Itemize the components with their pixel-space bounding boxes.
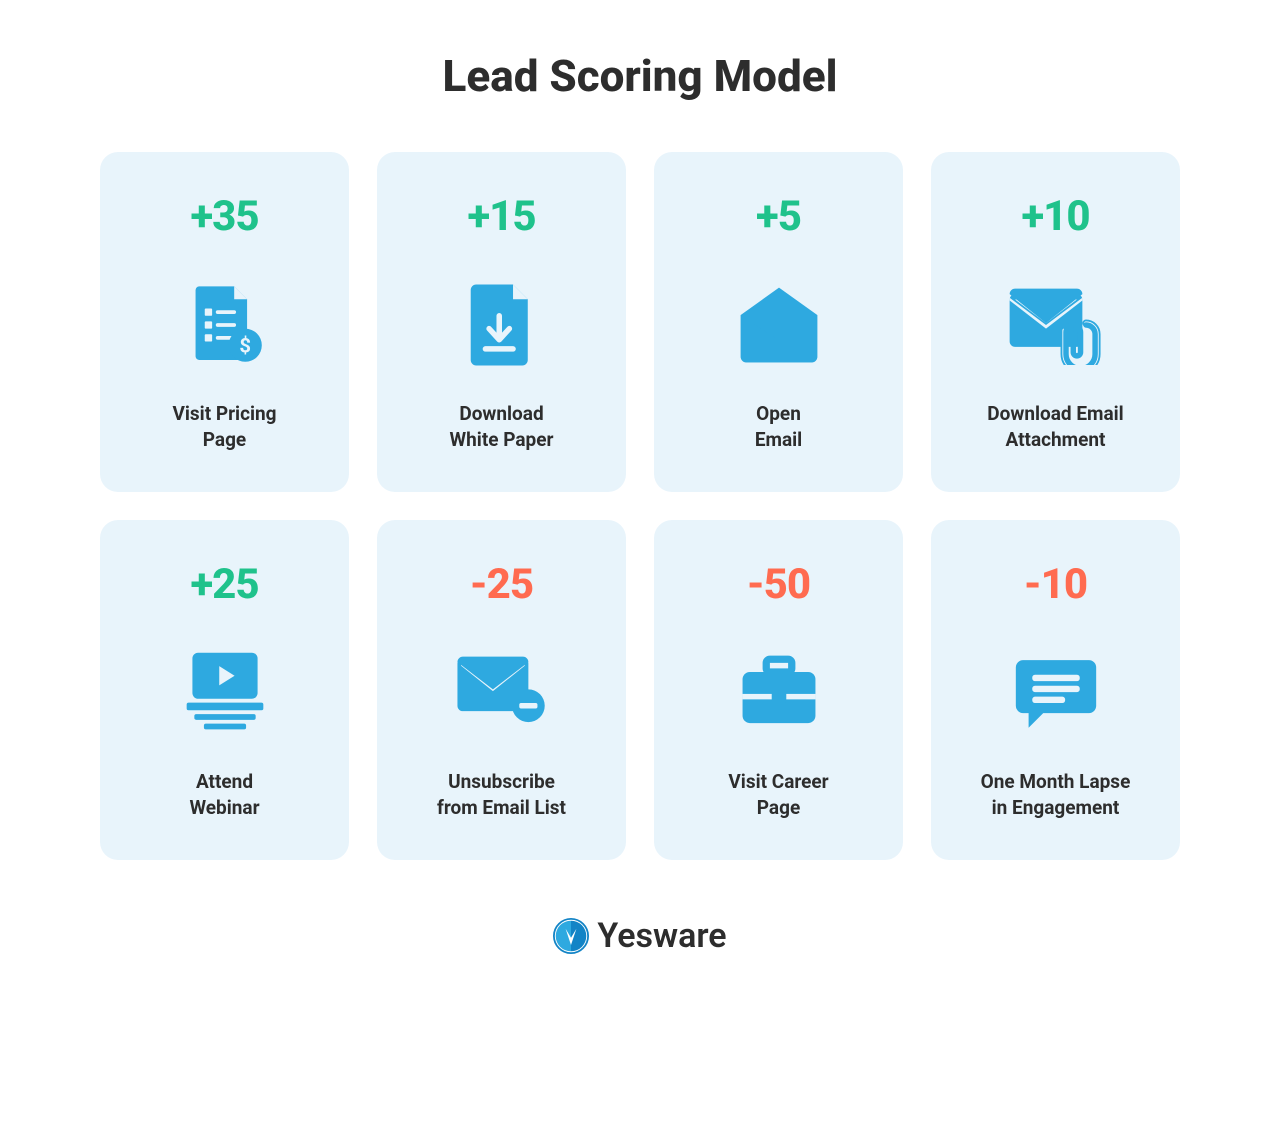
card-visit-pricing: +35 $ Visit Pricing Page: [100, 152, 349, 492]
score-value: +35: [190, 192, 258, 241]
score-value: -25: [470, 560, 533, 609]
card-label: Visit Career Page: [728, 769, 828, 820]
document-download-icon: [463, 275, 541, 375]
document-dollar-icon: $: [179, 275, 271, 375]
score-value: -50: [747, 560, 810, 609]
card-download-whitepaper: +15 Download White Paper: [377, 152, 626, 492]
card-download-attachment: +10 Download Email Attachme: [931, 152, 1180, 492]
card-attend-webinar: +25 Attend Webinar: [100, 520, 349, 860]
score-value: +10: [1021, 192, 1089, 241]
card-unsubscribe: -25 Unsubscribe from Email List: [377, 520, 626, 860]
card-visit-career: -50 Visit Career Page: [654, 520, 903, 860]
envelope-attachment-icon: [1006, 275, 1106, 375]
card-label: Unsubscribe from Email List: [437, 769, 566, 820]
brand-logo: Yesware: [553, 916, 726, 956]
brand-name: Yesware: [597, 916, 726, 956]
card-label: Open Email: [755, 401, 802, 452]
card-label: Download Email Attachment: [987, 401, 1123, 452]
card-label: Download White Paper: [450, 401, 554, 452]
svg-text:$: $: [239, 334, 251, 358]
webinar-icon: [177, 643, 273, 743]
score-value: +15: [467, 192, 535, 241]
card-lapse-engagement: -10 One Month Lapse in Engagement: [931, 520, 1180, 860]
score-value: +25: [190, 560, 258, 609]
score-value: -10: [1024, 560, 1087, 609]
score-value: +5: [756, 192, 801, 241]
envelope-open-icon: [733, 275, 825, 375]
card-label: One Month Lapse in Engagement: [981, 769, 1131, 820]
chat-icon: [1012, 643, 1100, 743]
envelope-minus-icon: [452, 643, 552, 743]
page-title: Lead Scoring Model: [443, 50, 838, 102]
card-open-email: +5 Open Email: [654, 152, 903, 492]
briefcase-icon: [733, 643, 825, 743]
card-label: Attend Webinar: [189, 769, 259, 820]
card-label: Visit Pricing Page: [172, 401, 276, 452]
cards-grid: +35 $ Visit Pricing Page +15: [100, 152, 1180, 860]
yesware-mark-icon: [553, 918, 589, 954]
